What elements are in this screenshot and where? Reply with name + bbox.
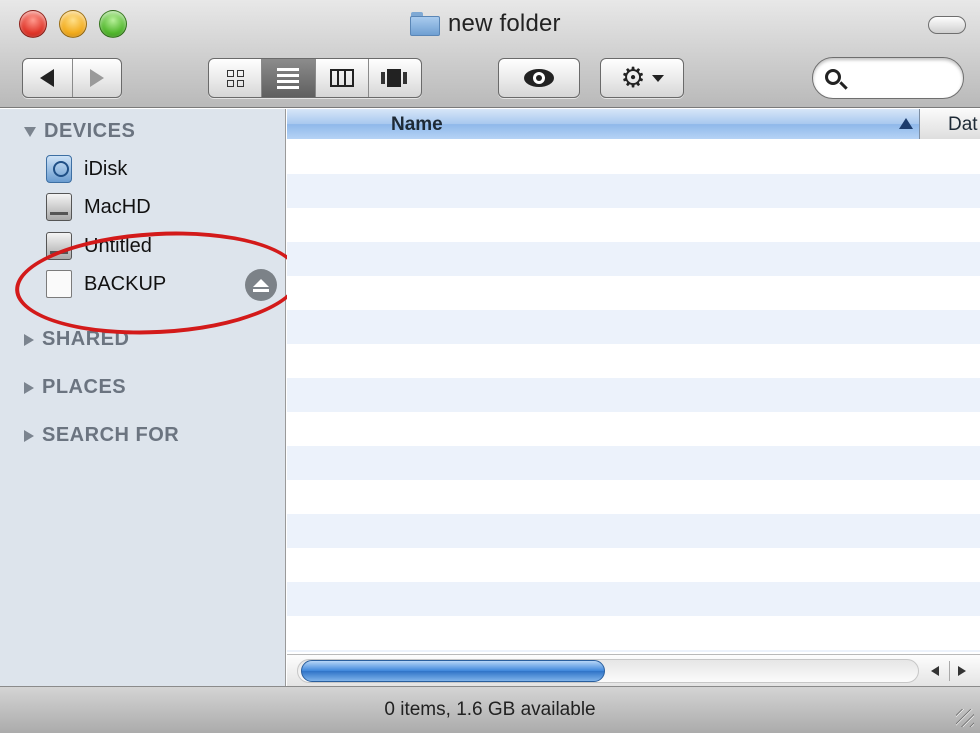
file-list: Name Dat bbox=[287, 109, 980, 686]
sidebar-section-search-for[interactable]: SEARCH FOR bbox=[24, 424, 179, 447]
back-arrow-icon bbox=[40, 69, 55, 87]
window-toolbar: new folder ⚙ bbox=[0, 0, 980, 108]
list-view-button[interactable] bbox=[261, 59, 315, 97]
sidebar-item-label: MacHD bbox=[84, 195, 151, 218]
folder-icon bbox=[410, 12, 440, 36]
scroll-left-button[interactable] bbox=[923, 661, 947, 681]
column-view-button[interactable] bbox=[314, 59, 368, 97]
gear-icon: ⚙ bbox=[620, 61, 646, 94]
minimize-window-button[interactable] bbox=[59, 10, 87, 38]
idisk-icon bbox=[46, 155, 72, 183]
column-header-label: Dat bbox=[948, 114, 978, 135]
sidebar-section-label: DEVICES bbox=[44, 120, 136, 142]
sidebar-section-devices[interactable]: DEVICES bbox=[24, 120, 135, 143]
quick-look-button[interactable] bbox=[498, 58, 580, 98]
forward-arrow-icon bbox=[89, 69, 104, 87]
sidebar-section-label: PLACES bbox=[42, 376, 127, 398]
sidebar-section-label: SEARCH FOR bbox=[42, 424, 180, 446]
search-field[interactable] bbox=[812, 57, 964, 99]
sort-ascending-icon bbox=[899, 118, 913, 129]
column-header-row: Name Dat bbox=[287, 109, 980, 139]
status-bar: 0 items, 1.6 GB available bbox=[0, 686, 980, 733]
eye-icon bbox=[524, 69, 554, 87]
icon-view-button[interactable] bbox=[209, 59, 261, 97]
list-view-icon bbox=[277, 67, 300, 89]
column-header-date[interactable]: Dat bbox=[920, 109, 980, 139]
close-window-button[interactable] bbox=[19, 10, 47, 38]
cover-flow-icon bbox=[380, 69, 409, 87]
scroll-thumb[interactable] bbox=[301, 660, 605, 682]
empty-list-rows[interactable] bbox=[287, 140, 980, 652]
column-view-icon bbox=[329, 69, 354, 87]
chevron-down-icon bbox=[651, 74, 664, 82]
cover-flow-button[interactable] bbox=[367, 59, 421, 97]
resize-grip-icon[interactable] bbox=[956, 709, 974, 727]
action-menu-button[interactable]: ⚙ bbox=[600, 58, 684, 98]
sidebar-item-idisk[interactable]: iDisk bbox=[46, 153, 127, 185]
window-title-text: new folder bbox=[448, 10, 561, 37]
disclosure-collapsed-icon bbox=[24, 381, 34, 394]
hard-drive-icon bbox=[46, 193, 72, 221]
disclosure-expanded-icon bbox=[24, 126, 36, 137]
search-input[interactable] bbox=[853, 66, 957, 90]
disclosure-collapsed-icon bbox=[24, 429, 34, 442]
status-text: 0 items, 1.6 GB available bbox=[384, 699, 596, 720]
toolbar-toggle-button[interactable] bbox=[928, 16, 966, 34]
zoom-window-button[interactable] bbox=[99, 10, 127, 38]
disclosure-collapsed-icon bbox=[24, 333, 34, 346]
sidebar-item-label: iDisk bbox=[84, 157, 128, 180]
column-header-label: Name bbox=[391, 114, 443, 135]
back-button[interactable] bbox=[23, 59, 72, 97]
forward-button[interactable] bbox=[71, 59, 122, 97]
arrow-right-icon bbox=[957, 666, 966, 676]
arrow-left-icon bbox=[931, 666, 939, 676]
icon-view-icon bbox=[226, 69, 244, 87]
search-icon bbox=[825, 69, 841, 85]
view-mode-control bbox=[208, 58, 422, 98]
scroll-right-button[interactable] bbox=[949, 661, 973, 681]
window-title: new folder bbox=[410, 8, 561, 40]
sidebar-section-places[interactable]: PLACES bbox=[24, 376, 126, 399]
sidebar: DEVICES iDisk MacHD Untitled BACKUP SHAR… bbox=[0, 109, 286, 686]
back-forward-control bbox=[22, 58, 122, 98]
column-header-name[interactable]: Name bbox=[287, 109, 920, 139]
horizontal-scrollbar[interactable] bbox=[287, 654, 980, 686]
sidebar-item-machd[interactable]: MacHD bbox=[46, 191, 151, 223]
